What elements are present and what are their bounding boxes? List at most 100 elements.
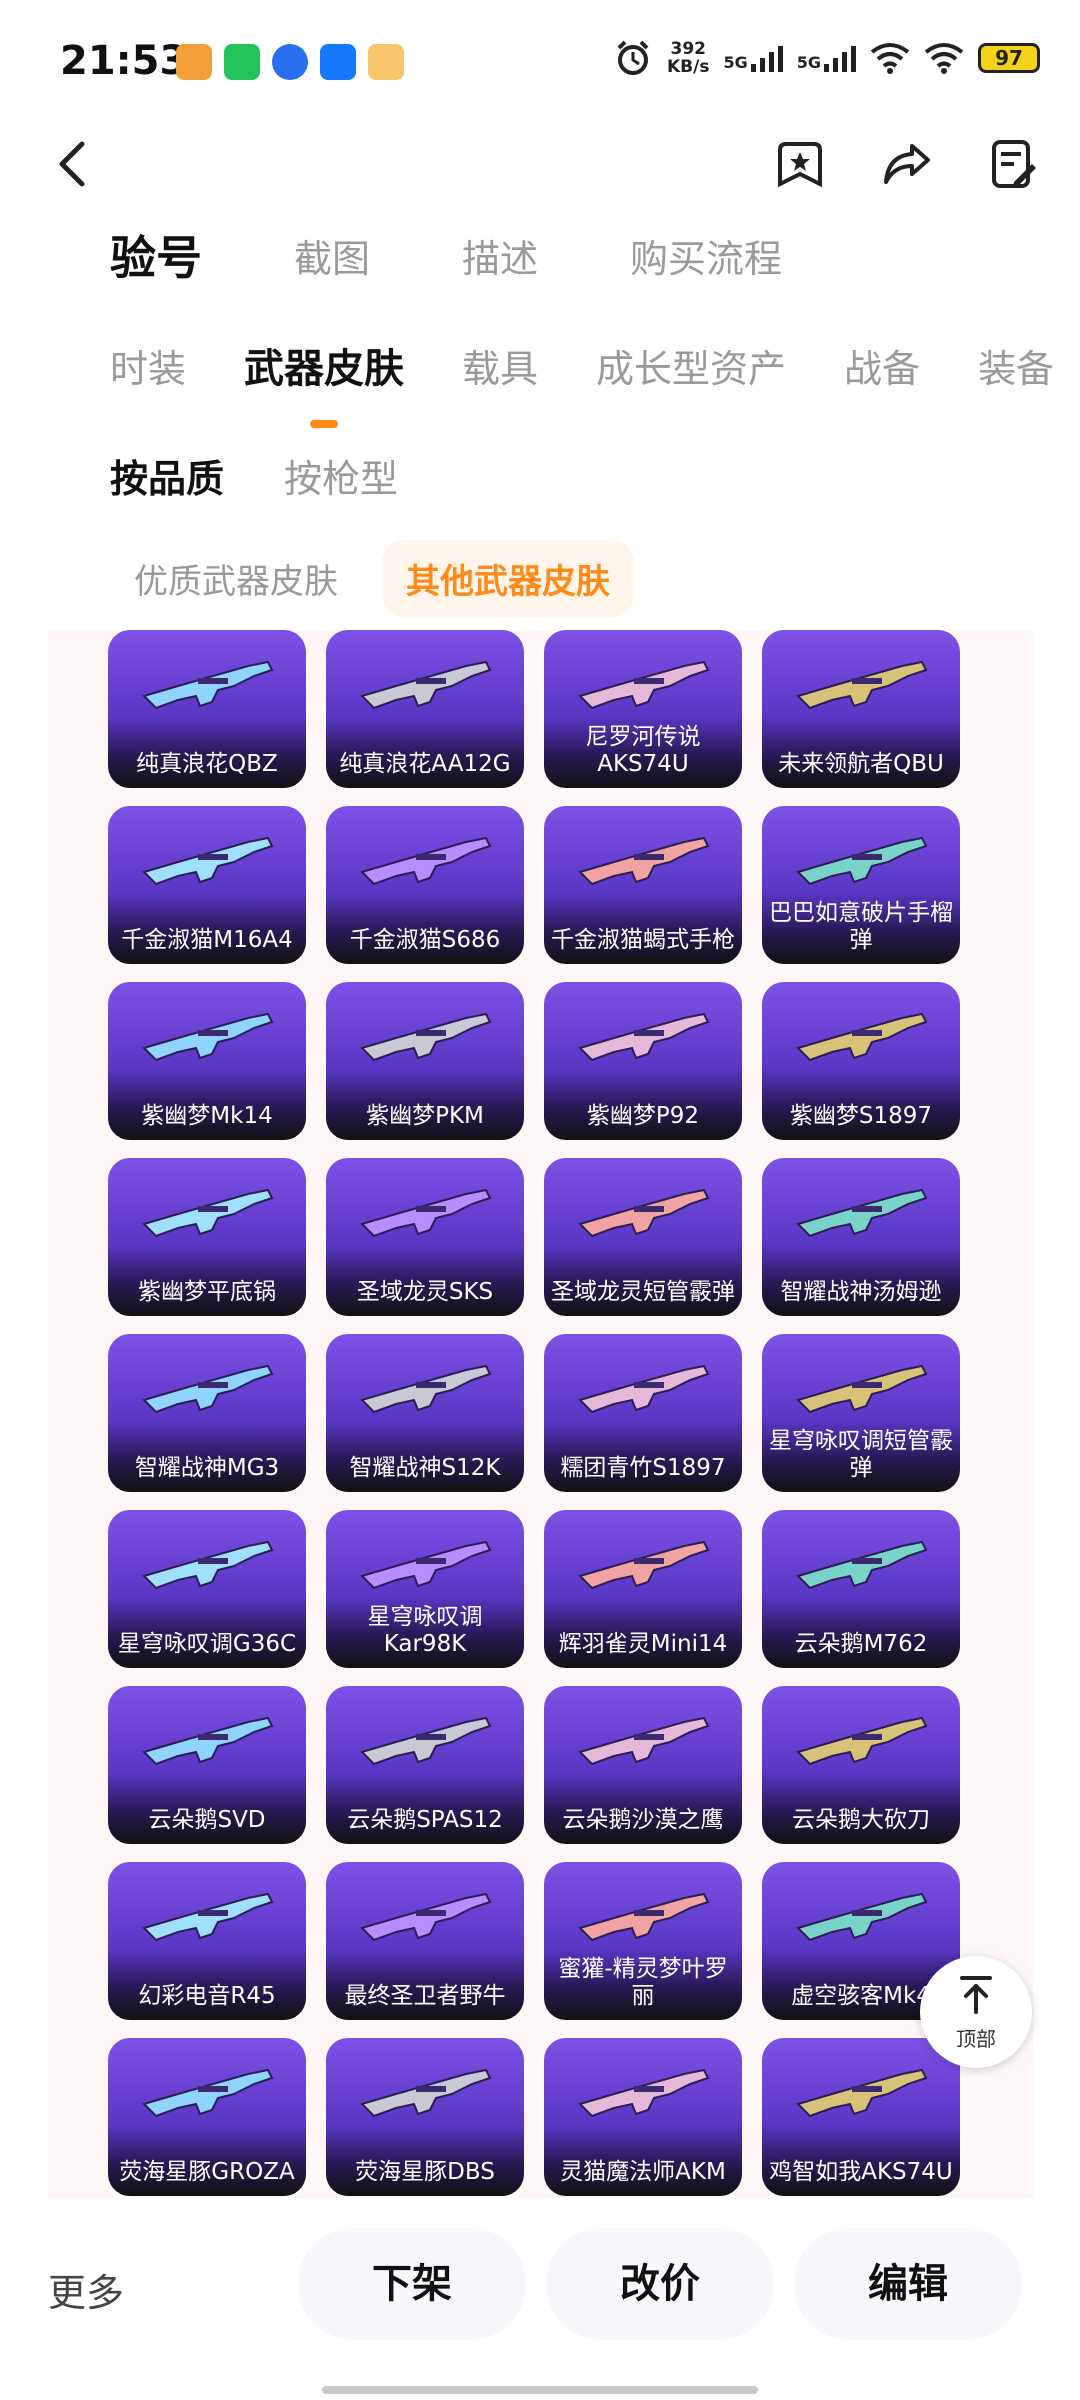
skin-name: 千金淑猫蝎式手枪 (551, 927, 735, 953)
tab-by-gun-type[interactable]: 按枪型 (284, 448, 398, 503)
alipay-icon (320, 44, 356, 80)
wifi-icon (924, 43, 964, 74)
skin-card[interactable]: 星穹咏叹调G36C (108, 1510, 306, 1668)
skin-card[interactable]: 千金淑猫S686 (326, 806, 524, 964)
skin-card[interactable]: 糯团青竹S1897 (544, 1334, 742, 1492)
skin-name: 纯真浪花AA12G (339, 751, 511, 777)
skin-name: 千金淑猫S686 (349, 927, 501, 953)
skin-card[interactable]: 智耀战神MG3 (108, 1334, 306, 1492)
tab-gear[interactable]: 战备 (844, 338, 920, 393)
skin-card[interactable]: 星穹咏叹调短管霰弹 (762, 1334, 960, 1492)
skin-card[interactable]: 云朵鹅大砍刀 (762, 1686, 960, 1844)
skin-name: 智耀战神MG3 (134, 1455, 280, 1481)
tab-by-quality[interactable]: 按品质 (110, 448, 224, 503)
weapon-skin-image (578, 836, 710, 886)
skin-name: 荧海星豚GROZA (119, 2159, 295, 2185)
weapon-skin-image (578, 660, 710, 710)
tab-weapon-skins[interactable]: 武器皮肤 (244, 336, 404, 394)
status-indicators: 392 KB/s 5G 5G 97 (613, 38, 1040, 78)
skin-name: 尼罗河传说AKS74U (585, 724, 701, 777)
skin-name: 星穹咏叹调Kar98K (367, 1604, 483, 1657)
skin-card[interactable]: 蜜獾-精灵梦叶罗丽 (544, 1862, 742, 2020)
weapon-skin-image (796, 1540, 928, 1590)
skin-card[interactable]: 巴巴如意破片手榴弹 (762, 806, 960, 964)
weapon-skin-image (796, 1892, 928, 1942)
skin-card[interactable]: 千金淑猫M16A4 (108, 806, 306, 964)
skin-card[interactable]: 圣域龙灵SKS (326, 1158, 524, 1316)
tab-outfits[interactable]: 时装 (110, 338, 186, 393)
skin-card[interactable]: 尼罗河传说AKS74U (544, 630, 742, 788)
weapon-skin-image (578, 1364, 710, 1414)
skin-card[interactable]: 辉羽雀灵Mini14 (544, 1510, 742, 1668)
tab-vehicles[interactable]: 载具 (462, 338, 538, 393)
reprice-button[interactable]: 改价 (546, 2228, 774, 2340)
skin-card[interactable]: 最终圣卫者野牛 (326, 1862, 524, 2020)
skin-card[interactable]: 云朵鹅SVD (108, 1686, 306, 1844)
skin-name: 糯团青竹S1897 (560, 1455, 726, 1481)
skin-name: 智耀战神S12K (349, 1455, 501, 1481)
skin-card[interactable]: 紫幽梦Mk14 (108, 982, 306, 1140)
delist-button[interactable]: 下架 (298, 2228, 526, 2340)
skin-name: 智耀战神汤姆逊 (780, 1279, 942, 1305)
skin-card[interactable]: 星穹咏叹调Kar98K (326, 1510, 524, 1668)
skin-card[interactable]: 荧海星豚DBS (326, 2038, 524, 2196)
skin-name: 星穹咏叹调短管霰弹 (769, 1428, 953, 1481)
tab-description[interactable]: 描述 (462, 228, 538, 283)
weapon-skin-image (142, 1716, 274, 1766)
skin-card[interactable]: 纯真浪花QBZ (108, 630, 306, 788)
back-to-top-button[interactable]: 顶部 (920, 1956, 1032, 2068)
mascot-app-icon (368, 44, 404, 80)
network-speed: 392 KB/s (667, 39, 710, 77)
skin-card[interactable]: 千金淑猫蝎式手枪 (544, 806, 742, 964)
skin-card[interactable]: 紫幽梦PKM (326, 982, 524, 1140)
chip-other-skins[interactable]: 其他武器皮肤 (382, 540, 634, 617)
chip-premium-skins[interactable]: 优质武器皮肤 (110, 540, 362, 617)
skin-card[interactable]: 紫幽梦S1897 (762, 982, 960, 1140)
skin-name: 云朵鹅M762 (794, 1631, 928, 1657)
skin-card[interactable]: 纯真浪花AA12G (326, 630, 524, 788)
skins-grid-container: 纯真浪花QBZ 纯真浪花AA12G 尼罗河传说AKS74U 未来领航者QBU 千金淑猫M… (48, 630, 1033, 2198)
share-icon[interactable] (878, 136, 934, 192)
weapon-skin-image (142, 1892, 274, 1942)
weapon-skin-image (360, 1188, 492, 1238)
skin-card[interactable]: 紫幽梦平底锅 (108, 1158, 306, 1316)
back-arrow-icon[interactable] (50, 136, 94, 192)
favorite-icon[interactable] (772, 136, 828, 192)
weapon-skin-image (142, 1364, 274, 1414)
skin-card[interactable]: 灵猫魔法师AKM (544, 2038, 742, 2196)
weapon-skin-image (360, 1012, 492, 1062)
skin-card[interactable]: 紫幽梦P92 (544, 982, 742, 1140)
weapon-skin-image (360, 836, 492, 886)
tab-equipment[interactable]: 装备 (978, 338, 1054, 393)
skin-card[interactable]: 荧海星豚GROZA (108, 2038, 306, 2196)
skin-name: 未来领航者QBU (778, 751, 944, 777)
skin-card[interactable]: 智耀战神S12K (326, 1334, 524, 1492)
skin-card[interactable]: 云朵鹅沙漠之鹰 (544, 1686, 742, 1844)
edit-button[interactable]: 编辑 (794, 2228, 1022, 2340)
tab-screenshots[interactable]: 截图 (294, 228, 370, 283)
skin-card[interactable]: 云朵鹅SPAS12 (326, 1686, 524, 1844)
skin-card[interactable]: 智耀战神汤姆逊 (762, 1158, 960, 1316)
skin-card[interactable]: 未来领航者QBU (762, 630, 960, 788)
skin-card[interactable]: 圣域龙灵短管霰弹 (544, 1158, 742, 1316)
weapon-skin-image (142, 1188, 274, 1238)
skin-name: 千金淑猫M16A4 (121, 927, 293, 953)
weapon-skin-image (796, 1188, 928, 1238)
category-tabs: 时装 武器皮肤 载具 成长型资产 战备 装备 (110, 336, 1080, 394)
skin-card[interactable]: 鸡智如我AKS74U (762, 2038, 960, 2196)
edit-note-icon[interactable] (984, 136, 1040, 192)
skin-card[interactable]: 云朵鹅M762 (762, 1510, 960, 1668)
back-to-top-label: 顶部 (956, 2027, 996, 2051)
skin-name: 荧海星豚DBS (355, 2159, 495, 2185)
tab-verify[interactable]: 验号 (110, 222, 202, 288)
weapon-skin-image (360, 660, 492, 710)
skin-card[interactable]: 幻彩电音R45 (108, 1862, 306, 2020)
skin-name: 最终圣卫者野牛 (344, 1983, 506, 2009)
weapon-skin-image (360, 2068, 492, 2118)
more-button[interactable]: 更多 (48, 2262, 124, 2317)
weapon-skin-image (578, 1540, 710, 1590)
tab-purchase-flow[interactable]: 购买流程 (630, 228, 782, 283)
weapon-skin-image (142, 660, 274, 710)
tab-growth-assets[interactable]: 成长型资产 (596, 338, 786, 393)
skin-name: 云朵鹅大砍刀 (792, 1807, 930, 1833)
